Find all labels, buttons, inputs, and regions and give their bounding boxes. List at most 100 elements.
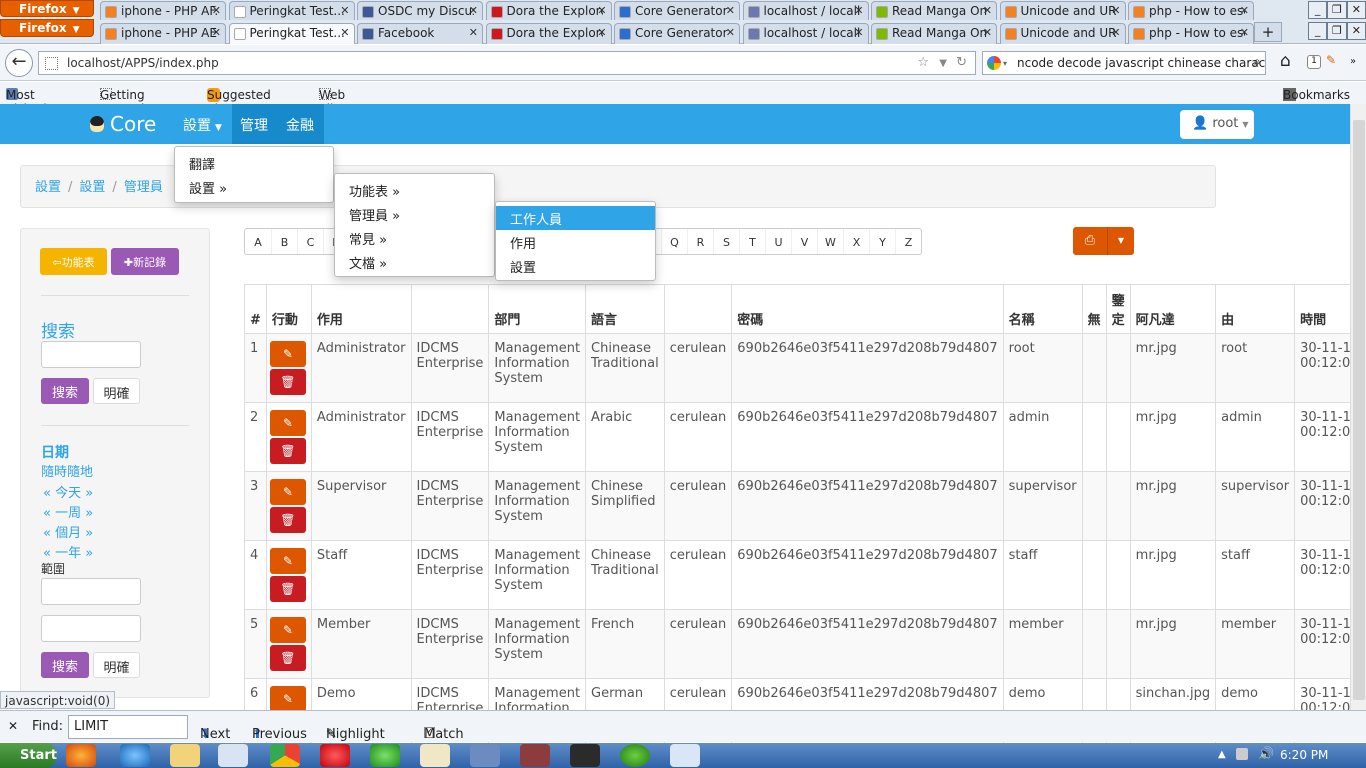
range-clear-button[interactable]: 明確 [93,652,140,678]
back-button[interactable]: ← [5,49,33,77]
tab-9[interactable]: php - How to esc...✕ [1128,23,1254,44]
alpha-filter-w[interactable]: W [817,229,843,254]
tab-close-icon[interactable]: ✕ [469,26,478,39]
search-input[interactable] [41,341,141,368]
tab-3[interactable]: Facebook ✕ [357,23,483,44]
toolbar-overflow-icon[interactable]: » [1350,56,1356,67]
tab-close-icon[interactable]: ✕ [212,26,221,39]
menu-item-staff[interactable]: 工作人員 [496,206,655,230]
range-start-input[interactable] [41,578,141,605]
tab-close-icon[interactable]: ✕ [726,26,735,39]
alpha-filter-c[interactable]: C [297,229,323,254]
menu-item-documents[interactable]: 文檔 » [335,250,494,274]
print-button[interactable]: ⎙ [1073,227,1107,255]
bookmark-star-icon[interactable]: ☆ [917,55,929,70]
breadcrumb-item[interactable]: 管理員 [124,180,163,195]
date-week-link[interactable]: « 一周 » [43,502,93,521]
background-tab[interactable]: OSDC my Discus...✕ [357,1,483,22]
search-icon[interactable]: ⌕ [1253,54,1261,70]
firefox-menu-button[interactable]: Firefox ▼ [0,19,94,37]
alpha-filter-t[interactable]: T [739,229,765,254]
tab-close-icon[interactable]: ✕ [1240,26,1249,39]
notepad-icon[interactable] [420,744,450,767]
menu-item-role[interactable]: 作用 [496,230,655,254]
range-end-input[interactable] [41,615,141,642]
volume-icon[interactable]: 🔊 [1258,747,1274,762]
page-scrollbar[interactable] [1350,104,1366,710]
clear-button[interactable]: 明確 [93,378,140,404]
background-tab[interactable]: Unicode and URI...✕ [999,1,1126,22]
tab-close-icon[interactable]: ✕ [340,4,349,17]
alpha-filter-a[interactable]: A [245,229,271,254]
menu-item-setup[interactable]: 設置 [496,254,655,278]
terminal-icon[interactable] [570,744,600,767]
tab-4[interactable]: Dora the Explorer...✕ [485,23,612,44]
menu-manage[interactable]: 管理 [232,104,278,144]
menu-item-administrator[interactable]: 管理員 » [335,202,494,226]
range-search-button[interactable]: 搜索 [41,652,89,678]
column-header[interactable]: 作用 [310,284,412,334]
date-year-link[interactable]: « 一年 » [43,542,93,561]
tab-8[interactable]: Unicode and URI ...✕ [999,23,1126,44]
background-tab[interactable]: Core Generator C...✕ [614,1,740,22]
column-header[interactable]: 鑒定 [1105,284,1131,334]
tab-close-icon[interactable]: ✕ [1240,4,1249,17]
column-header[interactable]: 名稱 [1002,284,1083,334]
column-header[interactable]: 部門 [488,284,587,334]
firefox-menu-button-back[interactable]: Firefox ▼ [0,0,94,17]
url-bar[interactable]: localhost/APPS/index.php ☆ ▼ ↻ [38,51,976,75]
print-dropdown-toggle[interactable]: ▼ [1107,227,1134,255]
edit-button[interactable]: ✎ [269,479,306,505]
alpha-filter-r[interactable]: R [687,229,713,254]
hs-app-icon[interactable] [620,744,650,767]
background-tab[interactable]: Dora the Explorer...✕ [485,1,612,22]
column-header[interactable]: 密碼 [731,284,1004,334]
tab-close-icon[interactable]: ✕ [469,4,478,17]
background-tab[interactable]: iphone - PHP AF... ✕ [100,1,226,22]
breadcrumb-item[interactable]: 設置 [35,180,61,195]
column-header[interactable] [410,284,490,334]
folder-icon[interactable] [170,744,200,767]
reload-icon[interactable]: ↻ [956,55,967,70]
alpha-filter-s[interactable]: S [713,229,739,254]
tab-close-icon[interactable]: ✕ [726,4,735,17]
tab-5[interactable]: Core Generator C...✕ [614,23,740,44]
find-close-icon[interactable]: ✕ [8,719,18,733]
clock[interactable]: 6:20 PM [1280,748,1328,762]
close-window-icon[interactable]: ✕ [1346,22,1366,40]
alpha-filter-u[interactable]: U [765,229,791,254]
new-record-button[interactable]: ✚新記錄 [111,248,179,275]
column-header[interactable]: 行動 [265,284,312,334]
tab-7[interactable]: Read Manga Onli...✕ [871,23,997,44]
box-app-icon[interactable] [470,744,500,767]
new-tab-button[interactable]: + [1254,22,1282,42]
start-button[interactable]: Start [0,743,57,768]
brand[interactable]: Core [90,112,156,136]
opera-icon[interactable] [320,744,350,767]
edit-button[interactable]: ✎ [269,410,306,436]
tab-close-icon[interactable]: ✕ [340,26,349,39]
edit-button[interactable]: ✎ [269,548,306,574]
menu-item-settings-sub[interactable]: 設置 » [175,175,333,199]
tab-close-icon[interactable]: ✕ [983,4,992,17]
tab-close-icon[interactable]: ✕ [1111,26,1120,39]
chrome-icon[interactable] [270,744,300,767]
back-to-menu-button[interactable]: ⇦功能表 [40,248,107,275]
menu-item-function-table[interactable]: 功能表 » [335,178,494,202]
alpha-filter-q[interactable]: Q [661,229,687,254]
edit-button[interactable]: ✎ [269,341,306,367]
tab-close-icon[interactable]: ✕ [212,4,221,17]
home-icon[interactable]: ⌂ [1280,51,1291,71]
alpha-filter-b[interactable]: B [271,229,297,254]
background-tab[interactable]: Peringkat Test... ✕ [228,1,355,22]
tab-1[interactable]: iphone - PHP AE...✕ [100,23,226,44]
menu-finance[interactable]: 金融 [278,104,324,144]
search-bar[interactable]: ▾ ncode decode javascript chinease chara… [982,51,1266,75]
date-anytime-link[interactable]: 隨時隨地 [41,461,93,480]
paint-icon[interactable] [670,744,700,767]
addon-icon[interactable]: ✎ [1326,53,1336,67]
archive-icon[interactable] [520,744,550,767]
date-month-link[interactable]: « 個月 » [43,522,93,541]
tab-6[interactable]: localhost / localh...✕ [742,23,869,44]
background-tab[interactable]: localhost / localh...✕ [742,1,869,22]
